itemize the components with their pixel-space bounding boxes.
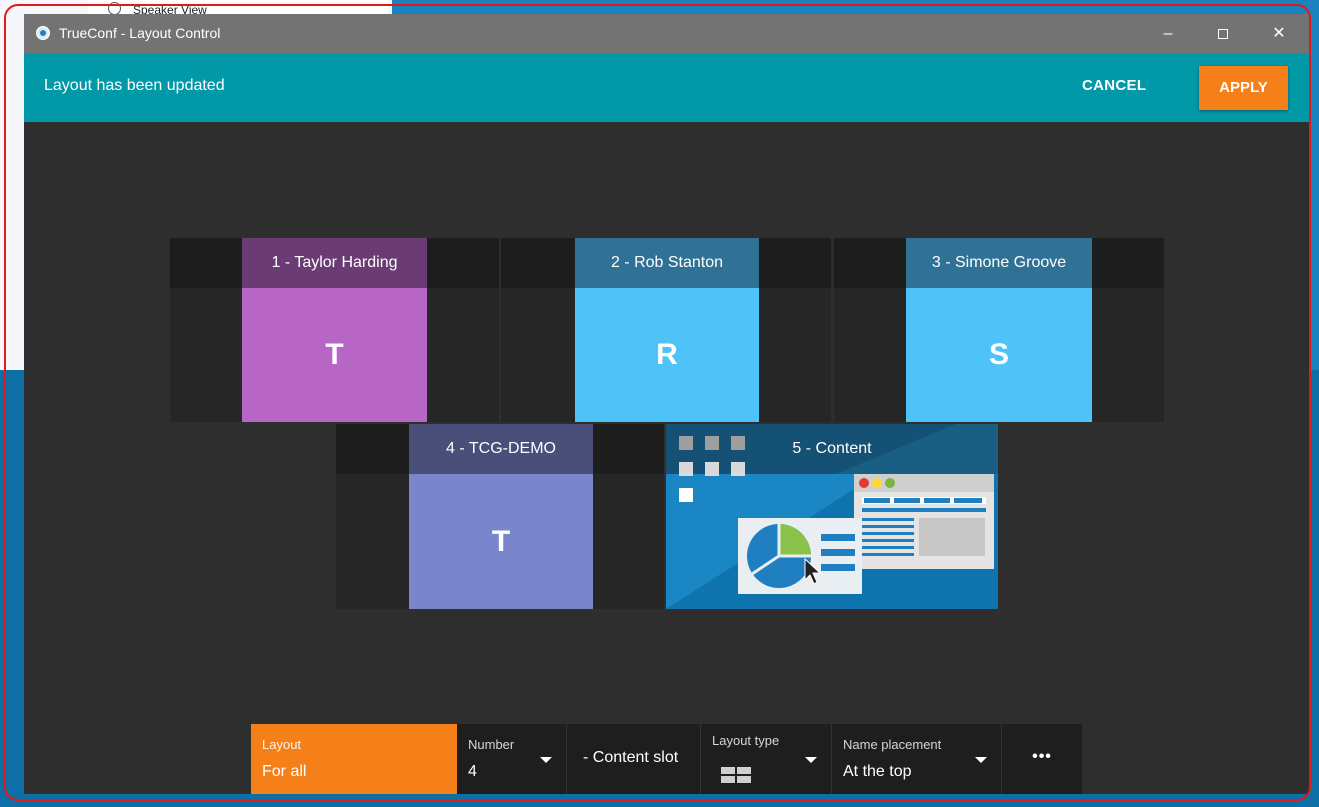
highlight-frame (4, 4, 1311, 801)
